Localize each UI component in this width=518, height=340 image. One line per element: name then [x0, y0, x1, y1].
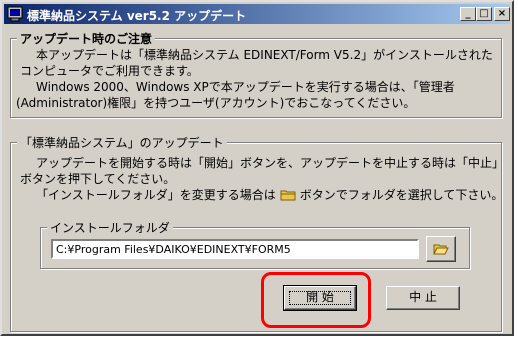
- notice-line-4: (Administrator)権限」を持つユーザ(アカウント)でおこなってくださ…: [16, 96, 416, 110]
- start-highlight-ring: [261, 272, 371, 328]
- minimize-button[interactable]: _: [460, 7, 476, 21]
- minimize-icon: _: [465, 8, 471, 19]
- close-icon: ×: [497, 8, 507, 19]
- title-bar[interactable]: 標準納品システム ver5.2 アップデート _ □ ×: [4, 4, 510, 24]
- update-line-1: アップデートを開始する時は「開始」ボタンを、アップデートを中止する時は「中止」: [36, 156, 505, 170]
- update-folder-line: 「インストールフォルダ」を変更する場合は ボタンでフォルダを選択して下さい。: [36, 186, 503, 203]
- install-path-input[interactable]: C:¥Program Files¥DAIKO¥EDINEXT¥FORM5: [51, 239, 419, 259]
- notice-legend: アップデート時のご注意: [17, 30, 156, 47]
- update-folder-line-before: 「インストールフォルダ」を変更する場合は: [36, 188, 276, 202]
- update-line-2: ボタンを押下してください。: [20, 172, 176, 186]
- window-title: 標準納品システム ver5.2 アップデート: [27, 9, 247, 23]
- update-window: 標準納品システム ver5.2 アップデート _ □ × アップデート時のご注意…: [0, 0, 514, 336]
- notice-line-2: コンピュータでご利用できます。: [20, 64, 199, 78]
- cancel-button-label: 中 止: [409, 290, 437, 304]
- maximize-button[interactable]: □: [476, 7, 492, 21]
- maximize-icon: □: [479, 8, 489, 19]
- cancel-button[interactable]: 中 止: [386, 286, 460, 310]
- browse-folder-button[interactable]: [426, 236, 456, 262]
- install-folder-legend: インストールフォルダ: [47, 219, 173, 236]
- close-button[interactable]: ×: [494, 7, 510, 21]
- app-icon: [7, 6, 23, 22]
- notice-line-1: 本アップデートは「標準納品システム EDINEXT/Form V5.2」がインス…: [36, 48, 493, 62]
- folder-icon: [280, 190, 296, 201]
- folder-open-icon: [433, 244, 449, 255]
- update-folder-line-after: ボタンでフォルダを選択して下さい。: [299, 188, 504, 202]
- update-legend: 「標準納品システム」のアップデート: [17, 134, 227, 151]
- notice-line-3: Windows 2000、Windows XPで本アップデートを実行する場合は、…: [36, 80, 455, 94]
